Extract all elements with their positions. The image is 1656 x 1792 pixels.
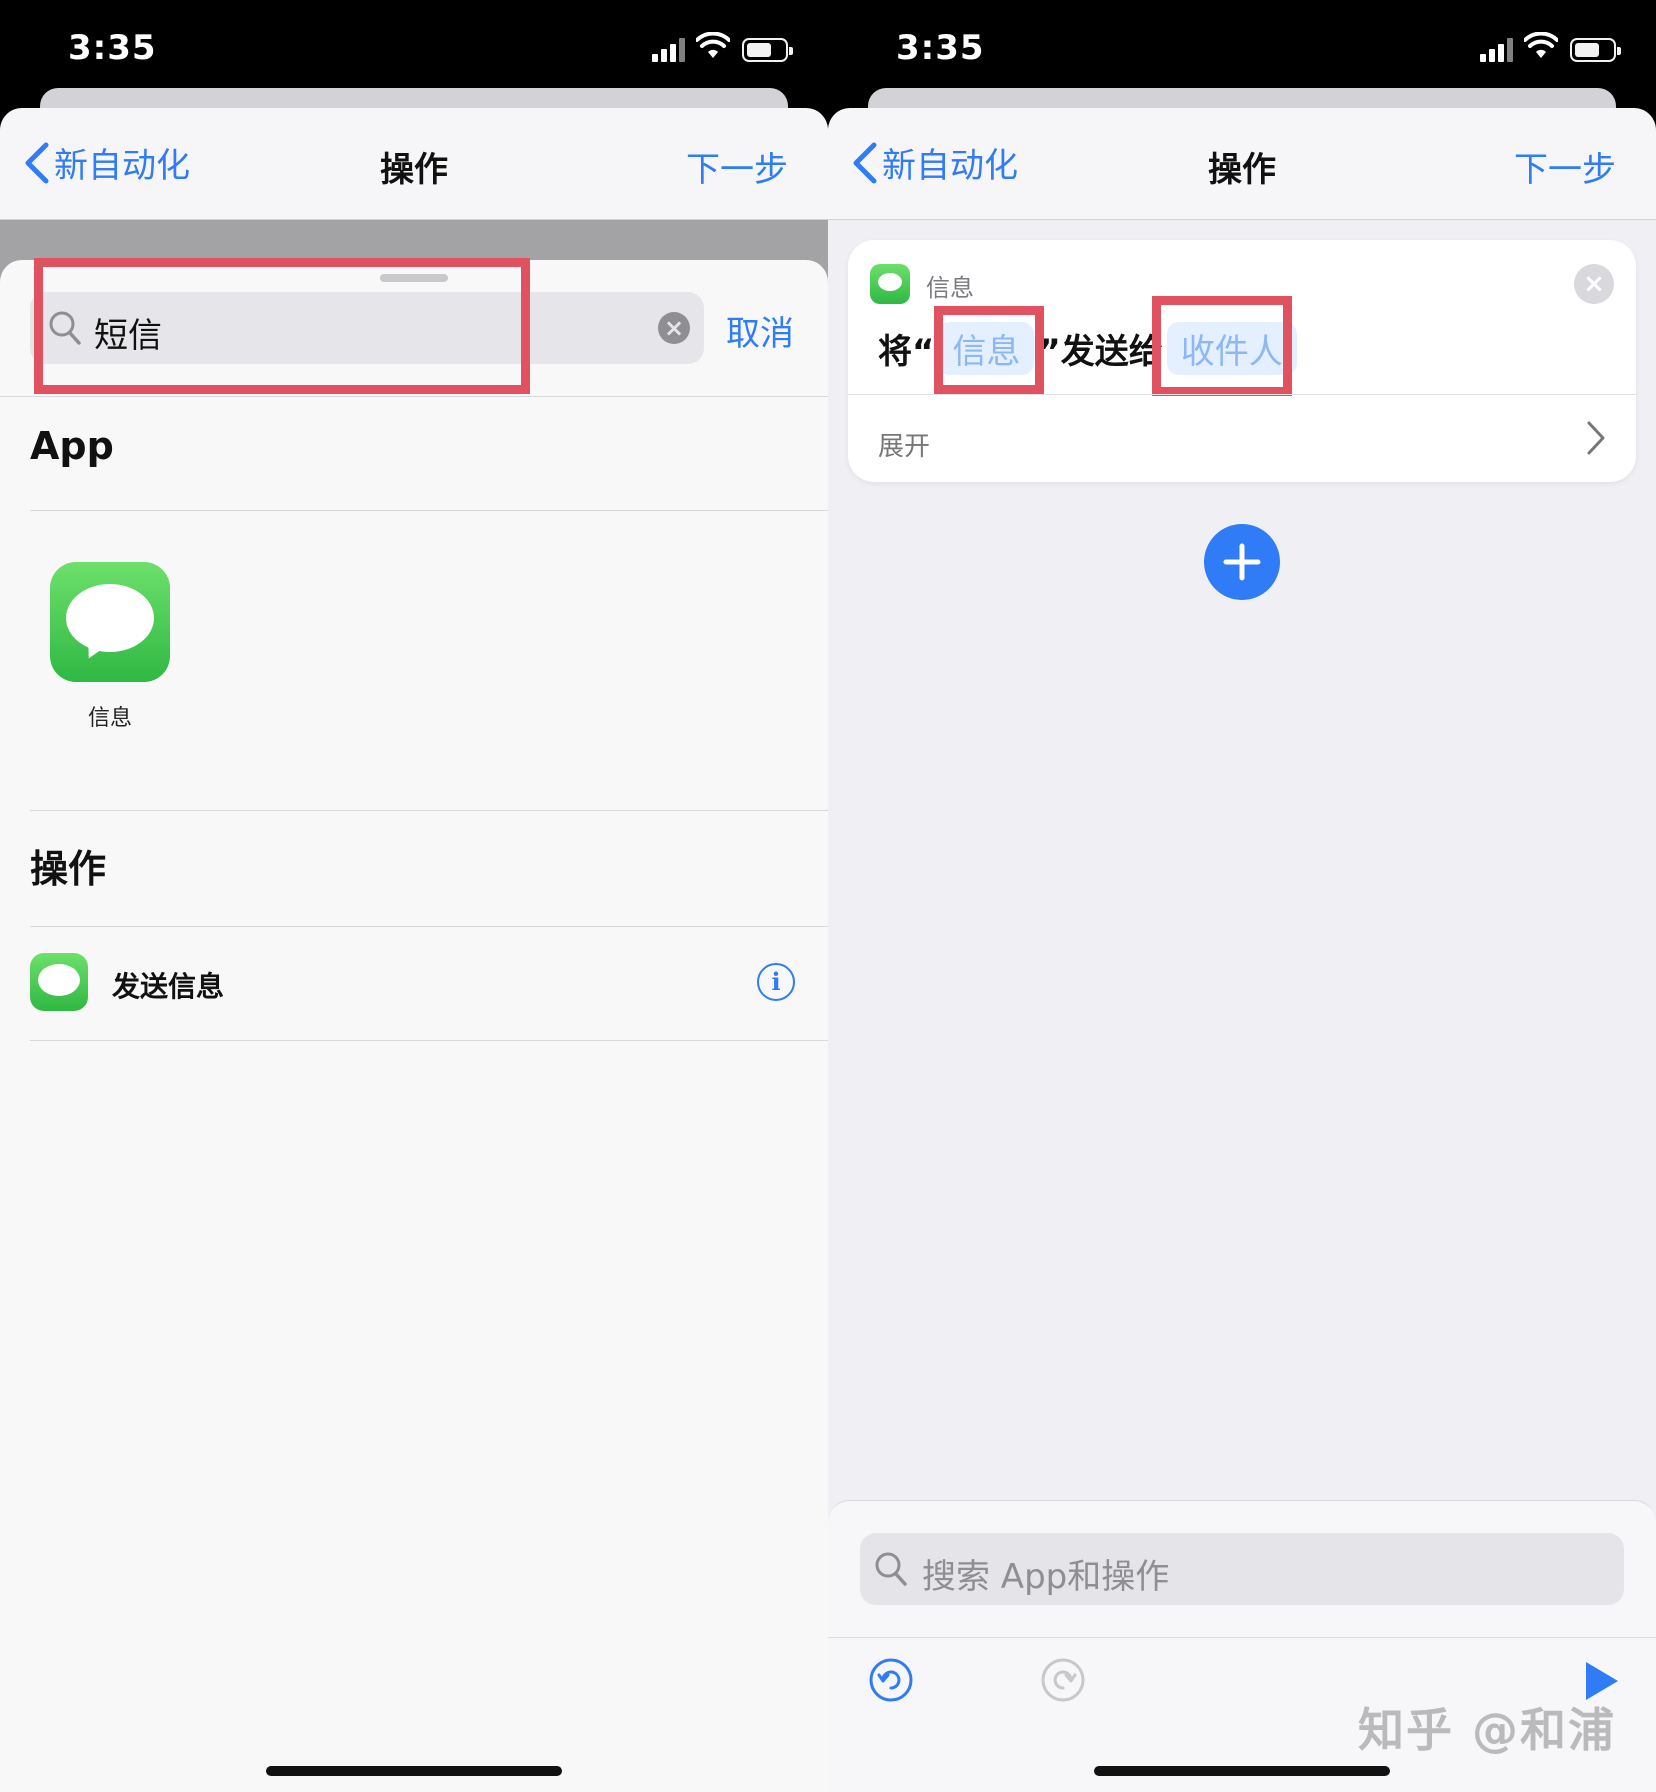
status-bar: 3:35: [828, 0, 1656, 100]
nav-bar: 新自动化 操作 下一步: [828, 108, 1656, 220]
add-action-button[interactable]: [1204, 524, 1280, 600]
search-input[interactable]: 搜索 App和操作: [860, 1533, 1624, 1605]
cellular-signal-icon: [652, 38, 688, 62]
sentence-mid: ”发送给: [1038, 332, 1163, 372]
next-button[interactable]: 下一步: [686, 142, 788, 191]
right-screen: 3:35 新自动化 操作 下一步 信息 × 将“ 信息 ”发送给 收件人 展开 …: [828, 0, 1656, 1792]
battery-icon: [1570, 38, 1621, 62]
divider: [30, 1040, 828, 1041]
expand-button[interactable]: 展开: [878, 426, 930, 463]
undo-icon[interactable]: [868, 1657, 914, 1703]
remove-action-icon[interactable]: ×: [1574, 264, 1614, 304]
search-placeholder: 搜索 App和操作: [922, 1557, 1170, 1597]
divider: [0, 396, 828, 397]
app-label-messages: 信息: [87, 706, 132, 731]
search-sheet: 短信 × 取消 App 信息 操作 发送信息 i: [0, 258, 828, 1792]
action-app-name: 信息: [926, 274, 974, 302]
battery-icon: [742, 38, 793, 62]
chevron-right-icon[interactable]: [1586, 420, 1606, 456]
next-button[interactable]: 下一步: [1514, 142, 1616, 191]
search-icon: [875, 1552, 907, 1586]
messages-app-icon[interactable]: [50, 562, 170, 682]
redo-icon[interactable]: [1040, 1657, 1086, 1703]
left-screen: 3:35 新自动化 操作 下一步 短信 × 取消 App 信息 操作 发送信息 …: [0, 0, 828, 1792]
watermark: 知乎 @和浦: [1357, 1703, 1616, 1757]
send-message-action-card[interactable]: 信息 × 将“ 信息 ”发送给 收件人 展开: [848, 240, 1636, 482]
status-time: 3:35: [68, 28, 157, 68]
divider: [828, 1637, 1656, 1638]
plus-icon: [1223, 543, 1261, 581]
divider: [30, 810, 828, 811]
sentence-prefix: 将“: [878, 332, 935, 372]
highlight-box: [34, 258, 530, 394]
messages-app-icon: [870, 264, 910, 304]
clear-search-icon[interactable]: ×: [658, 312, 690, 344]
section-header-apps: App: [30, 424, 114, 468]
messages-app-icon: [30, 953, 88, 1011]
status-time: 3:35: [896, 28, 985, 68]
cancel-button[interactable]: 取消: [726, 306, 794, 355]
cellular-signal-icon: [1480, 38, 1516, 62]
nav-bar: 新自动化 操作 下一步: [0, 108, 828, 220]
section-header-actions: 操作: [30, 847, 107, 891]
home-indicator: [266, 1766, 562, 1776]
wifi-icon: [1524, 32, 1558, 58]
highlight-box: [1152, 296, 1292, 396]
action-title: 发送信息: [112, 970, 225, 1003]
divider: [848, 394, 1636, 395]
home-indicator: [1094, 1766, 1390, 1776]
status-bar: 3:35: [0, 0, 828, 100]
bottom-panel: 搜索 App和操作 知乎 @和浦: [828, 1500, 1656, 1792]
divider: [30, 510, 828, 511]
highlight-box: [934, 306, 1044, 394]
wifi-icon: [696, 32, 730, 58]
info-icon[interactable]: i: [757, 963, 795, 1001]
action-row-send-message[interactable]: 发送信息 i: [0, 927, 828, 1041]
